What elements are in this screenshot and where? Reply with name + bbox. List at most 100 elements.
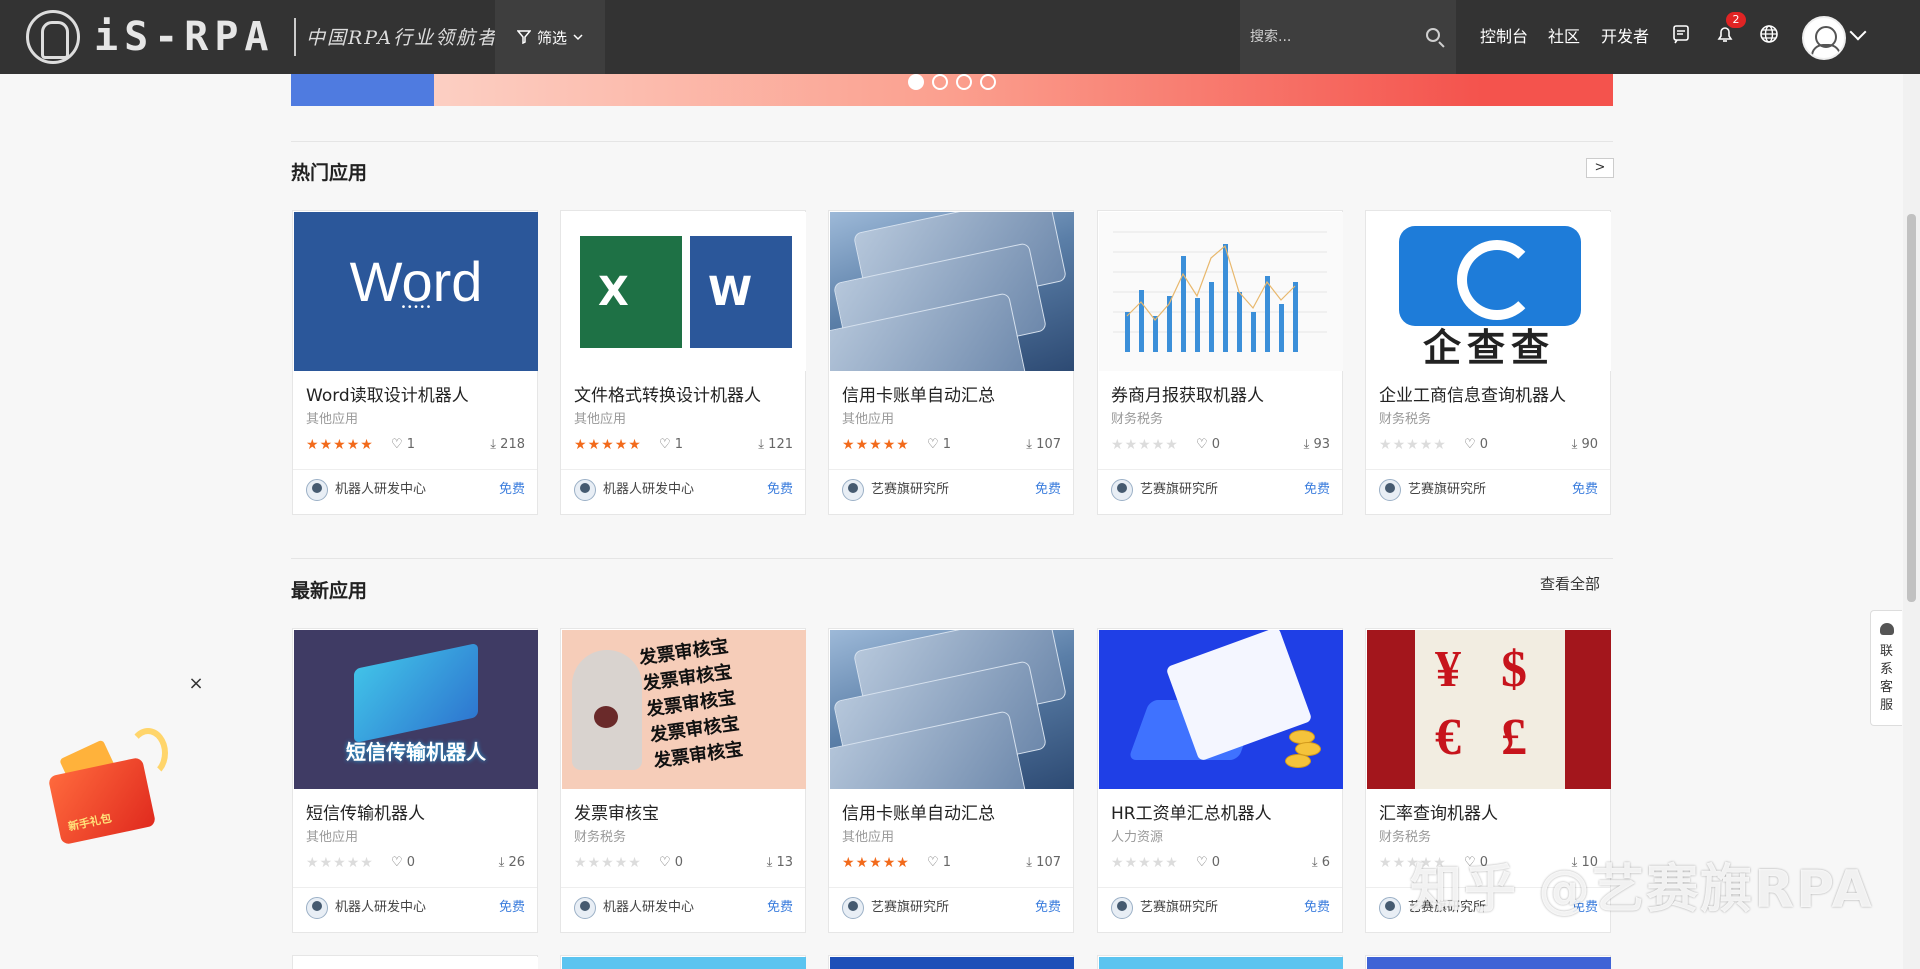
nav-console[interactable]: 控制台 [1480, 26, 1528, 48]
page-scrollbar[interactable] [1903, 74, 1920, 969]
app-card[interactable]: Word Word读取设计机器人 其他应用 ★★★★★ ♡ 1 ⤓ 218 机器… [292, 210, 538, 515]
publisher-name[interactable]: 机器人研发中心 [335, 899, 426, 917]
app-thumbnail[interactable]: 发票审核宝 发票审核宝 发票审核宝 发票审核宝 发票审核宝 [562, 630, 806, 789]
app-title[interactable]: 汇率查询机器人 [1379, 802, 1498, 826]
app-card[interactable]: X W 文件格式转换设计机器人 其他应用 ★★★★★ ♡ 1 ⤓ 121 机器人… [560, 210, 806, 515]
publisher-avatar [1379, 479, 1401, 501]
app-thumbnail[interactable] [830, 212, 1074, 371]
publisher-name[interactable]: 机器人研发中心 [603, 899, 694, 917]
app-card[interactable]: 信用卡账单自动汇总 其他应用 ★★★★★ ♡ 1 ⤓ 107 艺赛旗研究所 免费 [828, 210, 1074, 515]
customer-service-button[interactable]: 联系客服 [1870, 610, 1902, 726]
card-divider [1366, 469, 1610, 470]
publisher-name[interactable]: 艺赛旗研究所 [1140, 481, 1218, 499]
filter-button[interactable]: 筛选 [495, 0, 605, 74]
app-title[interactable]: 企业工商信息查询机器人 [1379, 384, 1566, 408]
publisher-avatar [306, 897, 328, 919]
like-icon: ♡ [927, 855, 939, 870]
app-card-partial[interactable] [1365, 955, 1611, 969]
carousel-dot[interactable] [980, 74, 996, 90]
section-divider [291, 558, 1613, 559]
search-input[interactable] [1250, 22, 1410, 52]
app-title[interactable]: HR工资单汇总机器人 [1111, 802, 1272, 826]
app-card-partial[interactable] [292, 955, 538, 969]
chevron-down-icon[interactable] [1849, 23, 1867, 41]
star-icon: ★ [1392, 437, 1407, 453]
globe-icon[interactable] [1758, 24, 1780, 46]
publisher-name[interactable]: 艺赛旗研究所 [871, 481, 949, 499]
app-card[interactable]: 发票审核宝 发票审核宝 发票审核宝 发票审核宝 发票审核宝 发票审核宝 财务税务… [560, 628, 806, 933]
likes-count: ♡ 1 [927, 436, 951, 454]
logo-icon[interactable] [26, 10, 80, 64]
like-icon: ♡ [659, 855, 671, 870]
carousel-dot[interactable] [956, 74, 972, 90]
app-thumbnail[interactable]: Word [294, 212, 538, 371]
app-category: 其他应用 [842, 830, 895, 845]
app-thumbnail[interactable] [1099, 212, 1343, 371]
publisher-avatar [1379, 897, 1401, 919]
app-card-partial[interactable] [828, 955, 1074, 969]
likes-count: ♡ 0 [1196, 436, 1220, 454]
app-thumbnail[interactable]: 短信传输机器人 [294, 630, 538, 789]
app-thumbnail[interactable]: X W [562, 212, 806, 371]
app-card[interactable]: 短信传输机器人 短信传输机器人 其他应用 ★★★★★ ♡ 0 ⤓ 26 机器人研… [292, 628, 538, 933]
app-card-partial[interactable] [560, 955, 806, 969]
star-icon: ★ [1151, 437, 1166, 453]
hot-apps-more-button[interactable]: > [1586, 158, 1614, 178]
app-card[interactable]: 企查查 企业工商信息查询机器人 财务税务 ★★★★★ ♡ 0 ⤓ 90 艺赛旗研… [1365, 210, 1611, 515]
carousel-dot[interactable] [932, 74, 948, 90]
downloads-count: ⤓ 93 [1304, 436, 1330, 454]
view-all-link[interactable]: 查看全部 [1540, 574, 1600, 594]
app-title[interactable]: 文件格式转换设计机器人 [574, 384, 761, 408]
app-category: 其他应用 [306, 830, 359, 845]
message-icon[interactable] [1670, 24, 1692, 46]
thumbnail-band [562, 957, 806, 969]
publisher-name[interactable]: 艺赛旗研究所 [871, 899, 949, 917]
app-card[interactable]: 信用卡账单自动汇总 其他应用 ★★★★★ ♡ 1 ⤓ 107 艺赛旗研究所 免费 [828, 628, 1074, 933]
app-title[interactable]: Word读取设计机器人 [306, 384, 469, 408]
star-icon: ★ [1111, 437, 1125, 453]
publisher-name[interactable]: 艺赛旗研究所 [1140, 899, 1218, 917]
publisher-name[interactable]: 机器人研发中心 [603, 481, 694, 499]
scrollbar-thumb[interactable] [1907, 214, 1916, 602]
like-icon: ♡ [1464, 437, 1476, 452]
carousel-dot[interactable] [908, 74, 924, 90]
star-icon: ★ [855, 855, 870, 871]
logo-text[interactable]: iS-RPA [94, 10, 275, 64]
app-card[interactable]: HR工资单汇总机器人 人力资源 ★★★★★ ♡ 0 ⤓ 6 艺赛旗研究所 免费 [1097, 628, 1343, 933]
price-badge: 免费 [1571, 482, 1598, 497]
app-thumbnail[interactable] [830, 630, 1074, 789]
app-title[interactable]: 发票审核宝 [574, 802, 659, 826]
app-title[interactable]: 信用卡账单自动汇总 [842, 384, 995, 408]
search-icon[interactable] [1426, 28, 1440, 42]
publisher-name[interactable]: 机器人研发中心 [335, 481, 426, 499]
app-thumbnail[interactable] [1099, 630, 1343, 789]
star-icon: ★ [896, 437, 910, 453]
star-icon: ★ [855, 437, 870, 453]
nav-developer[interactable]: 开发者 [1601, 26, 1649, 48]
rating-stars: ★★★★★ [842, 854, 910, 872]
hot-apps-title: 热门应用 [291, 162, 368, 184]
word-icon: W [690, 236, 792, 348]
section-divider [291, 141, 1613, 142]
app-title[interactable]: 信用卡账单自动汇总 [842, 802, 995, 826]
nav-community[interactable]: 社区 [1548, 26, 1580, 48]
logo-slogan: 中国RPA行业领航者 [306, 27, 499, 49]
star-icon: ★ [333, 437, 347, 453]
gift-widget[interactable]: 新手礼包 [18, 720, 188, 850]
euro-symbol: € [1435, 709, 1461, 766]
avatar[interactable] [1802, 16, 1846, 60]
app-title[interactable]: 短信传输机器人 [306, 802, 425, 826]
star-icon: ★ [319, 437, 334, 453]
pound-symbol: £ [1501, 709, 1527, 766]
star-icon: ★ [1138, 437, 1152, 453]
close-icon[interactable]: × [188, 675, 204, 693]
carousel-banner[interactable] [291, 74, 1613, 106]
app-title[interactable]: 券商月报获取机器人 [1111, 384, 1264, 408]
price-badge: 免费 [1303, 482, 1330, 497]
app-card-partial[interactable] [1097, 955, 1343, 969]
app-thumbnail[interactable]: ¥ $ € £ [1367, 630, 1611, 789]
thumbnail-band [294, 957, 538, 969]
app-card[interactable]: 券商月报获取机器人 财务税务 ★★★★★ ♡ 0 ⤓ 93 艺赛旗研究所 免费 [1097, 210, 1343, 515]
app-thumbnail[interactable]: 企查查 [1367, 212, 1611, 371]
publisher-name[interactable]: 艺赛旗研究所 [1408, 481, 1486, 499]
